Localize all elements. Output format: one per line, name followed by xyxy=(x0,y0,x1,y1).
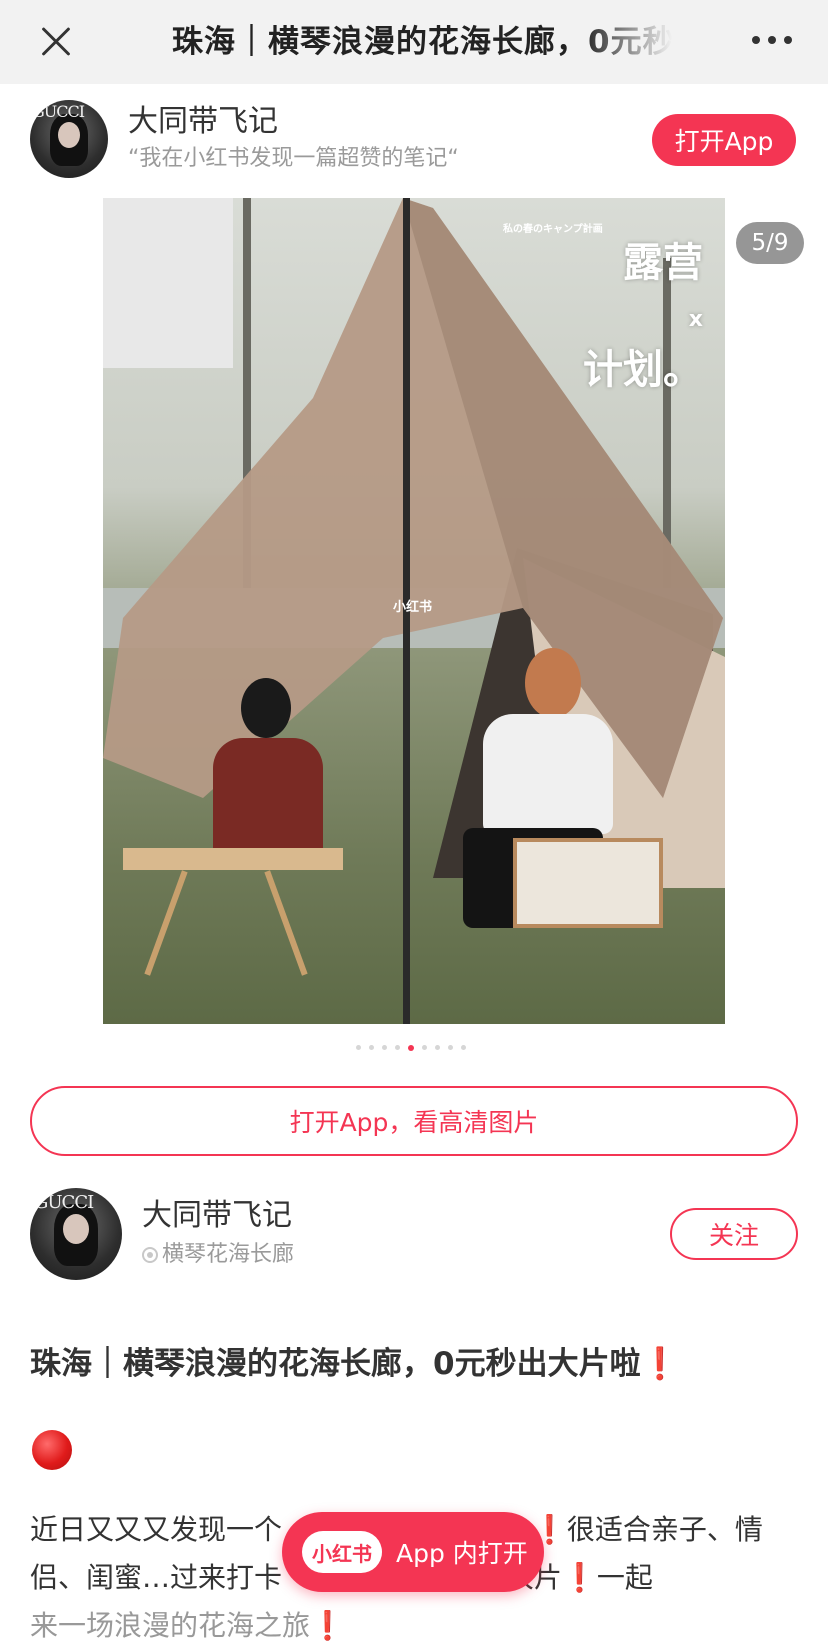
red-circle-emoji-icon xyxy=(32,1430,72,1470)
carousel-dot[interactable] xyxy=(422,1045,427,1050)
image-overlay-title: 露营 x 计划。 xyxy=(573,238,703,395)
image-page-counter: 5/9 xyxy=(736,222,804,264)
carousel-dots xyxy=(356,1045,466,1051)
share-subtitle: “我在小红书发现一篇超赞的笔记“ xyxy=(128,146,459,171)
note-image-carousel[interactable]: 私の春のキャンプ計画 露营 x 计划。 小红书 xyxy=(103,198,725,1024)
brand-logo: 小红书 xyxy=(302,1531,382,1573)
close-icon[interactable] xyxy=(36,22,76,62)
author-name[interactable]: 大同带飞记 xyxy=(128,102,278,142)
nav-title: 珠海｜横琴浪漫的花海长廊，0元秒出大片啦❗️ xyxy=(172,24,672,60)
more-dots-icon[interactable] xyxy=(752,36,792,48)
overlay-title-left: 计划 xyxy=(583,347,663,393)
carousel-dot[interactable] xyxy=(435,1045,440,1050)
image-overlay-small-text: 私の春のキャンプ計画 xyxy=(503,224,603,235)
overlay-dot: 。 xyxy=(663,347,703,393)
avatar[interactable]: GUCCI xyxy=(30,100,108,178)
author-avatar[interactable]: GUCCI xyxy=(30,1188,122,1280)
overlay-x: x xyxy=(688,307,703,332)
open-app-button[interactable]: 打开App xyxy=(652,114,796,166)
carousel-dot[interactable] xyxy=(448,1045,453,1050)
carousel-dot-active[interactable] xyxy=(408,1045,414,1051)
author-location[interactable]: 横琴花海长廊 xyxy=(142,1240,294,1270)
carousel-dot[interactable] xyxy=(356,1045,361,1050)
open-in-app-floating-button[interactable]: 小红书 App 内打开 xyxy=(282,1512,544,1592)
author-name-detail[interactable]: 大同带飞记 xyxy=(142,1196,292,1236)
note-title: 珠海｜横琴浪漫的花海长廊，0元秒出大片啦❗️ xyxy=(30,1346,680,1382)
carousel-dot[interactable] xyxy=(382,1045,387,1050)
avatar-logo-text: GUCCI xyxy=(32,102,85,121)
open-app-hd-button[interactable]: 打开App，看高清图片 xyxy=(30,1086,798,1156)
overlay-title-right: 露营 xyxy=(623,240,703,286)
image-chair xyxy=(513,838,663,928)
top-nav-bar: 珠海｜横琴浪漫的花海长廊，0元秒出大片啦❗️ xyxy=(0,0,828,84)
avatar-logo-text: GUCCI xyxy=(34,1192,94,1213)
carousel-dot[interactable] xyxy=(369,1045,374,1050)
open-in-app-label: App 内打开 xyxy=(396,1539,528,1568)
image-table-leg xyxy=(144,870,188,976)
note-body-line: 来一场浪漫的花海之旅❗️ xyxy=(30,1609,345,1642)
image-watermark: 小红书 xyxy=(393,600,433,615)
carousel-dot[interactable] xyxy=(461,1045,466,1050)
image-table xyxy=(123,848,343,870)
carousel-dot[interactable] xyxy=(395,1045,400,1050)
follow-button[interactable]: 关注 xyxy=(670,1208,798,1260)
location-label: 横琴花海长廊 xyxy=(162,1242,295,1267)
location-icon xyxy=(142,1247,158,1263)
